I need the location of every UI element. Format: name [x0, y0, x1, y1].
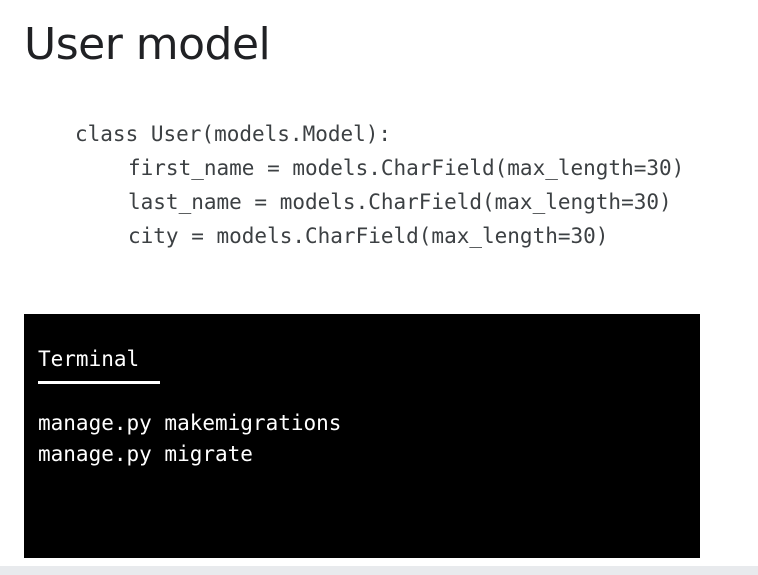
code-line-last-name-field: last_name = models.CharField(max_length=… [128, 190, 672, 214]
slide-title: User model [24, 19, 271, 70]
terminal-panel: Terminal manage.py makemigrations manage… [24, 314, 700, 558]
terminal-header-underline [38, 381, 160, 384]
code-block: class User(models.Model): first_name = m… [75, 117, 684, 253]
code-line-city-field: city = models.CharField(max_length=30) [128, 224, 609, 248]
slide-bottom-strip [0, 566, 758, 575]
code-line-first-name-field: first_name = models.CharField(max_length… [128, 156, 685, 180]
code-line-class-definition: class User(models.Model): [75, 122, 392, 146]
terminal-commands: manage.py makemigrations manage.py migra… [38, 408, 341, 470]
terminal-command-migrate: manage.py migrate [38, 442, 253, 466]
terminal-command-makemigrations: manage.py makemigrations [38, 411, 342, 435]
terminal-header: Terminal [38, 347, 140, 371]
